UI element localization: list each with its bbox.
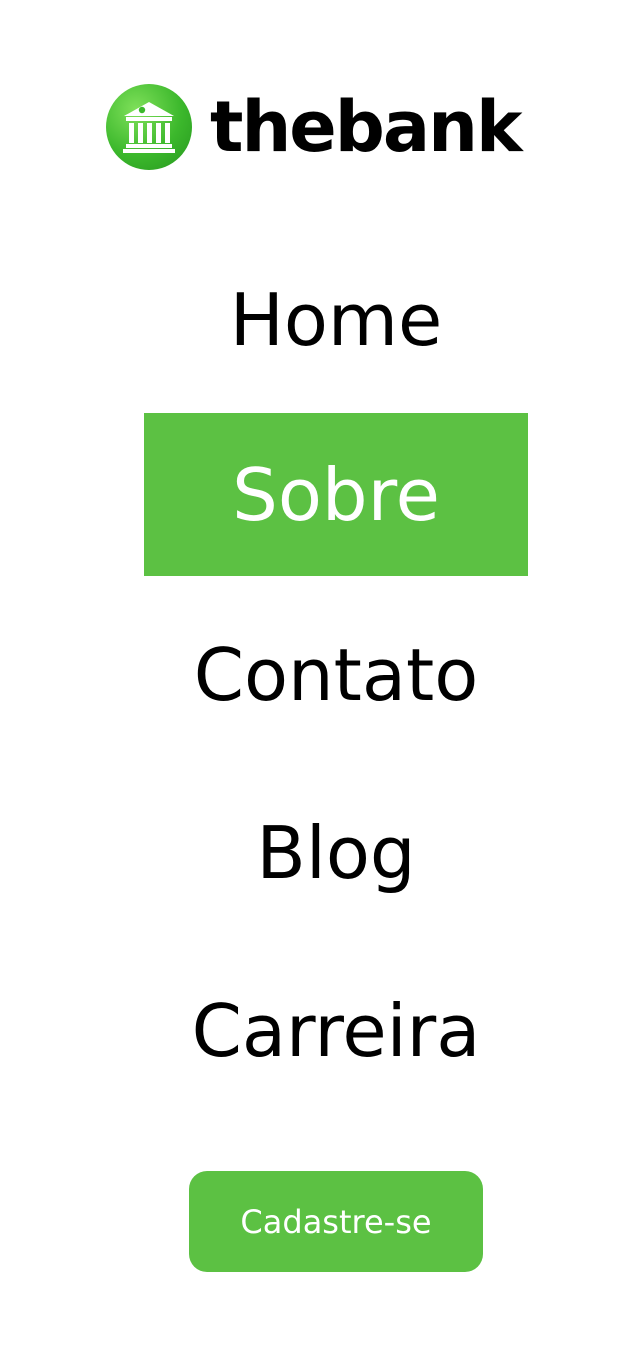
nav-item-home[interactable]: Home — [144, 238, 528, 401]
nav-item-blog[interactable]: Blog — [144, 771, 528, 934]
nav-item-contato[interactable]: Contato — [144, 593, 528, 756]
brand-logo[interactable]: thebank — [106, 84, 523, 170]
nav-item-sobre[interactable]: Sobre — [144, 413, 528, 576]
signup-button[interactable]: Cadastre-se — [189, 1171, 483, 1272]
nav-item-carreira[interactable]: Carreira — [144, 949, 528, 1112]
brand-name: thebank — [210, 86, 523, 168]
bank-building-icon — [106, 84, 192, 170]
